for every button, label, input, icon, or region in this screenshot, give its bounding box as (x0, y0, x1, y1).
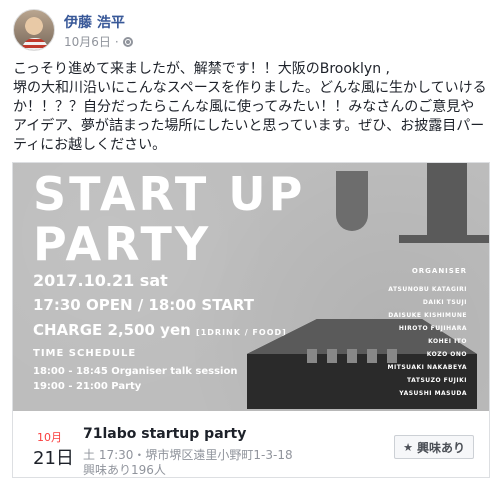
meta-separator: · (114, 34, 119, 49)
organiser-name: HIROTO FUJIHARA (398, 325, 467, 332)
poster-slab-base (399, 235, 489, 243)
poster-schedule-item: 18:00 - 18:45 Organiser talk session (33, 366, 238, 377)
poster-schedule-item: 19:00 - 21:00 Party (33, 381, 142, 392)
event-poster[interactable]: START UP PARTY 2017.10.21 sat 17:30 OPEN… (12, 162, 490, 412)
poster-drop-shape (336, 171, 368, 231)
avatar[interactable] (13, 9, 55, 51)
interested-button[interactable]: ★ 興味あり (394, 435, 474, 459)
warehouse-window (307, 349, 317, 363)
interested-button-label: 興味あり (416, 440, 465, 455)
post-meta: 10月6日 · (64, 33, 133, 50)
poster-organiser-list: ATSUNOBU KATAGIRI DAIKI TSUJI DAISUKE KI… (388, 283, 467, 400)
author-name[interactable]: 伊藤 浩平 (64, 12, 125, 32)
poster-title-line2: PARTY (33, 217, 212, 271)
warehouse-window (327, 349, 337, 363)
event-info-bar[interactable]: 10月 21日 71labo startup party 土 17:30・堺市堺… (12, 411, 490, 478)
event-day: 21日 (33, 448, 74, 469)
poster-date: 2017.10.21 sat (33, 271, 168, 290)
organiser-name: TATSUZO FUJIKI (407, 377, 467, 384)
event-title[interactable]: 71labo startup party (83, 426, 246, 442)
organiser-name: DAIKI TSUJI (422, 299, 467, 306)
globe-icon[interactable] (122, 36, 133, 47)
organiser-name: KOHEI ITO (428, 338, 467, 345)
organiser-name: YASUSHI MASUDA (399, 390, 467, 397)
star-icon: ★ (403, 440, 413, 454)
warehouse-window (367, 349, 377, 363)
post-date[interactable]: 10月6日 (64, 33, 111, 50)
organiser-name: DAISUKE KISHIMUNE (388, 312, 467, 319)
event-interested-count[interactable]: 興味あり196人 (83, 461, 166, 478)
poster-slab-shape (427, 163, 467, 235)
event-month: 10月 (37, 431, 62, 444)
post-text: こっそり進めて来ましたが、解禁です！！大阪のBrooklyn , 堺の大和川沿い… (13, 61, 487, 153)
poster-time: 17:30 OPEN / 18:00 START (33, 296, 254, 314)
organiser-name: ATSUNOBU KATAGIRI (388, 286, 467, 293)
warehouse-window (347, 349, 357, 363)
organiser-name: MITSUAKI NAKABEYA (387, 364, 467, 371)
poster-organiser-heading: ORGANISER (411, 267, 467, 275)
poster-title-line1: START UP (33, 167, 306, 221)
avatar-shirt (22, 38, 48, 50)
poster-schedule-heading: TIME SCHEDULE (33, 348, 137, 359)
poster-charge-main: CHARGE 2,500 yen (33, 321, 191, 339)
organiser-name: KOZO ONO (426, 351, 467, 358)
post-card: 伊藤 浩平 10月6日 · こっそり進めて来ましたが、解禁です！！大阪のBroo… (0, 0, 500, 498)
